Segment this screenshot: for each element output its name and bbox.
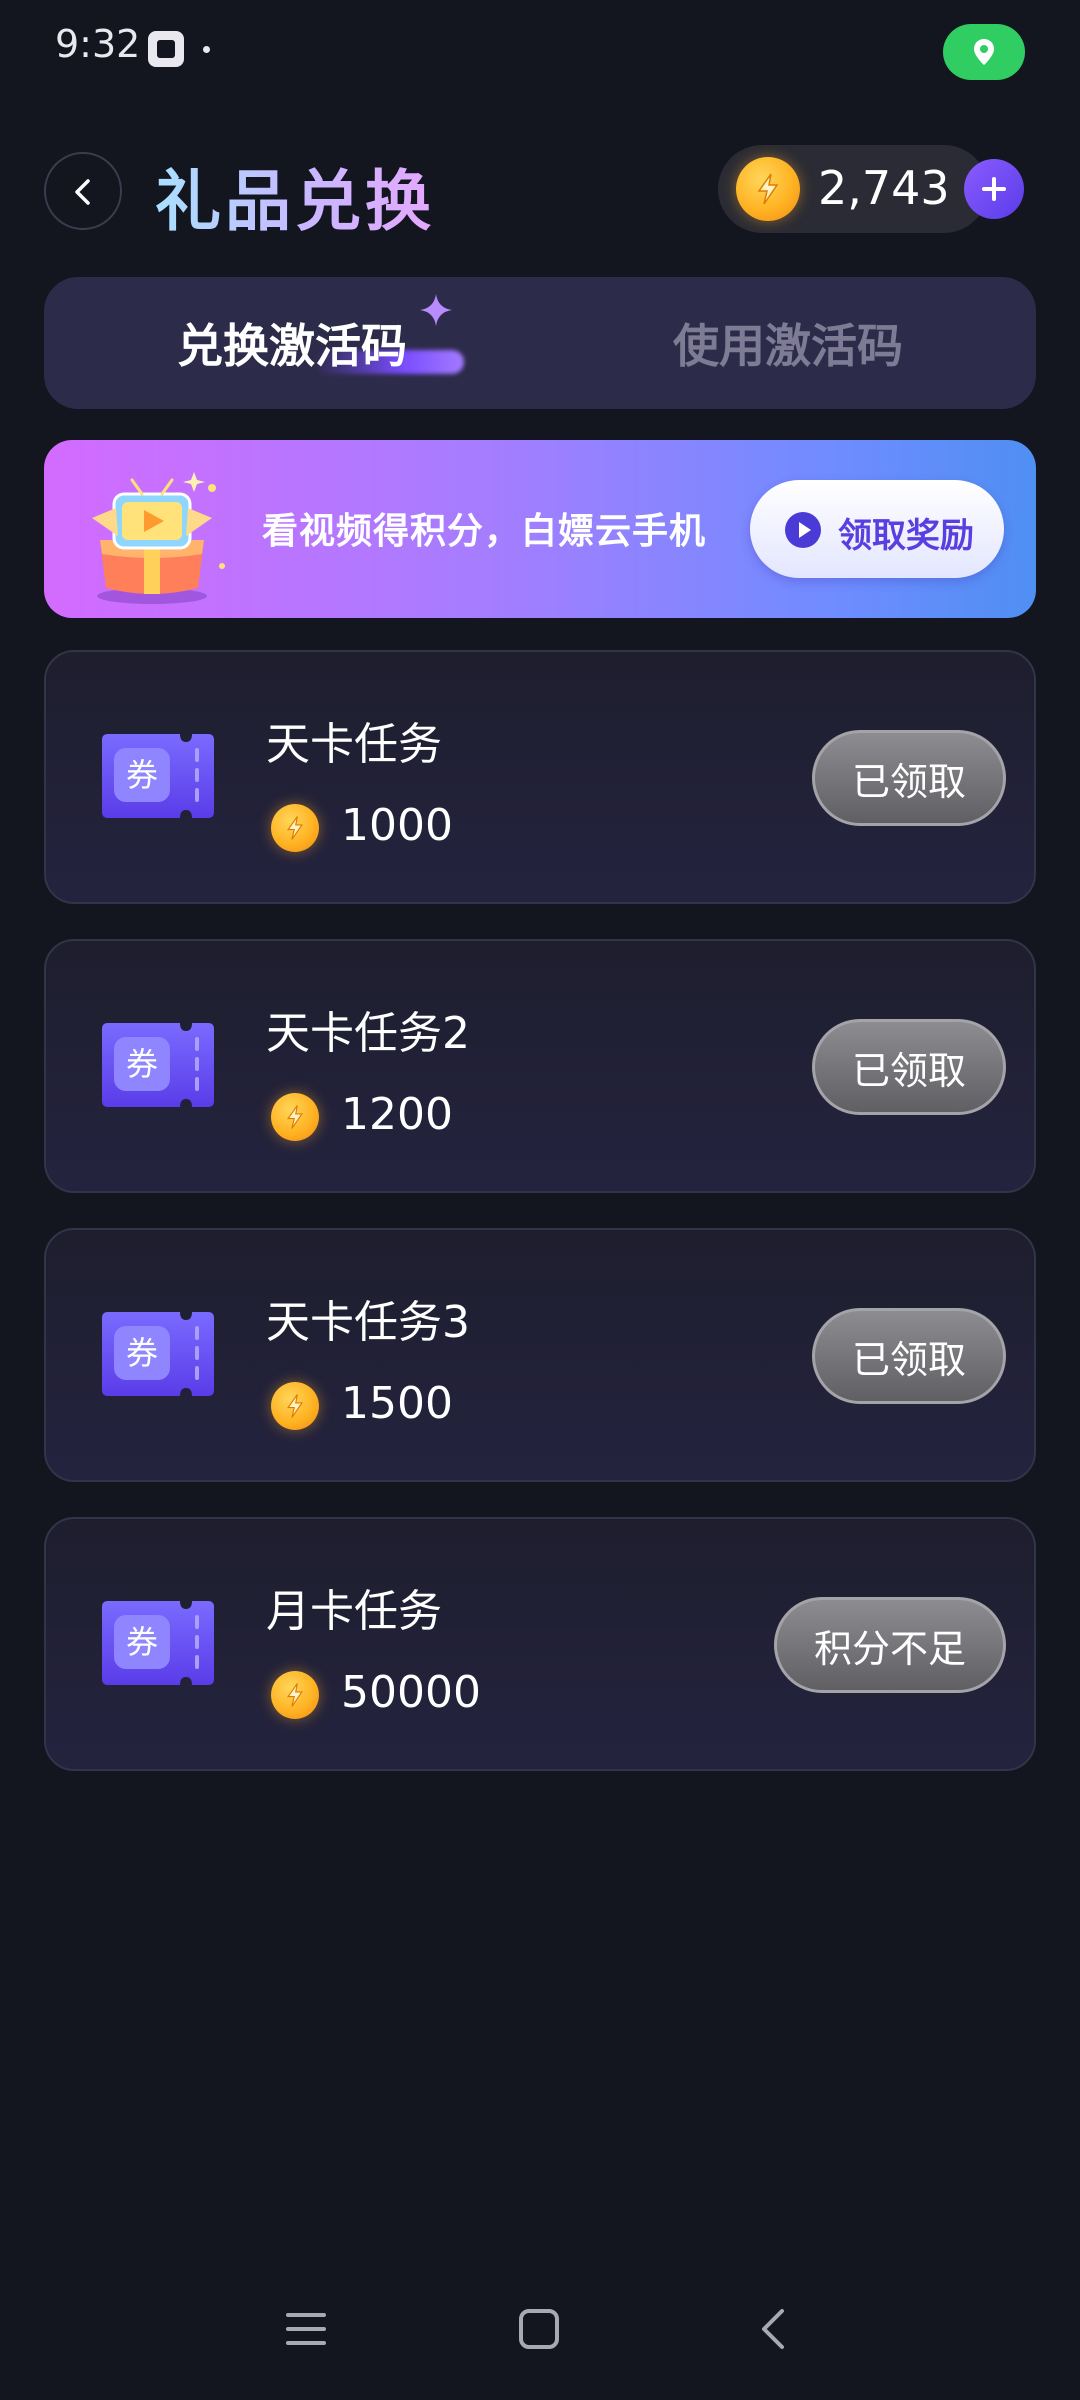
points-balance: 2,743 [718, 145, 988, 233]
claimed-button[interactable]: 已领取 [812, 1019, 1006, 1115]
tab-use-code[interactable]: 使用激活码 [540, 277, 1036, 409]
coin-icon [271, 804, 319, 852]
ticket-icon: 券 [102, 734, 214, 818]
ticket-label: 券 [126, 756, 158, 794]
task-card: 券 天卡任务2 1200 已领取 [44, 939, 1036, 1193]
status-bar: 9:32 [0, 0, 1080, 100]
back-icon [75, 179, 90, 205]
coin-icon [271, 1671, 319, 1719]
task-card: 券 月卡任务 50000 积分不足 [44, 1517, 1036, 1771]
task-name: 天卡任务3 [266, 1297, 470, 1348]
claimed-button[interactable]: 已领取 [812, 1308, 1006, 1404]
task-cost: 1500 [341, 1378, 453, 1429]
task-cost: 1000 [341, 800, 453, 851]
sparkle-icon [420, 294, 452, 326]
tab-label: 使用激活码 [673, 319, 903, 373]
menu-icon[interactable] [286, 2307, 326, 2351]
play-icon [785, 512, 821, 548]
plus-icon [982, 177, 1006, 201]
back-button[interactable] [44, 152, 122, 230]
ticket-label: 券 [126, 1623, 158, 1661]
add-points-button[interactable] [964, 159, 1024, 219]
task-cost: 1200 [341, 1089, 453, 1140]
location-icon [943, 24, 1025, 80]
ticket-label: 券 [126, 1334, 158, 1372]
points-value: 2,743 [818, 161, 950, 215]
home-icon[interactable] [518, 2307, 560, 2351]
system-nav-bar [0, 2280, 1080, 2380]
tab-label: 兑换激活码 [177, 319, 407, 373]
task-card: 券 天卡任务3 1500 已领取 [44, 1228, 1036, 1482]
task-list: 券 天卡任务 1000 已领取 券 天卡任务2 1200 已领取 券 天卡任务3… [44, 650, 1036, 1806]
task-name: 天卡任务 [266, 719, 442, 770]
tv-gift-icon [92, 472, 225, 604]
ticket-icon: 券 [102, 1601, 214, 1685]
claimed-button[interactable]: 已领取 [812, 730, 1006, 826]
ticket-icon: 券 [102, 1023, 214, 1107]
back-icon[interactable] [756, 2307, 790, 2351]
promo-banner[interactable]: 看视频得积分，白嫖云手机 领取奖励 [44, 440, 1036, 618]
dot-icon [203, 46, 210, 53]
ticket-label: 券 [126, 1045, 158, 1083]
ticket-icon: 券 [102, 1312, 214, 1396]
tab-exchange-code[interactable]: 兑换激活码 [44, 277, 540, 409]
insufficient-points-button[interactable]: 积分不足 [774, 1597, 1006, 1693]
app-notification-icon [148, 31, 184, 67]
coin-icon [271, 1382, 319, 1430]
status-time: 9:32 [55, 22, 141, 66]
tab-bar: 兑换激活码 使用激活码 [44, 277, 1036, 409]
promo-text: 看视频得积分，白嫖云手机 [262, 511, 707, 552]
task-name: 月卡任务 [266, 1586, 442, 1637]
page-title: 礼品兑换 [155, 148, 435, 244]
task-card: 券 天卡任务 1000 已领取 [44, 650, 1036, 904]
claim-reward-button[interactable]: 领取奖励 [750, 480, 1004, 578]
claim-reward-label: 领取奖励 [838, 516, 974, 556]
coin-icon [736, 157, 800, 221]
task-cost: 50000 [341, 1667, 481, 1718]
task-name: 天卡任务2 [266, 1008, 470, 1059]
coin-icon [271, 1093, 319, 1141]
